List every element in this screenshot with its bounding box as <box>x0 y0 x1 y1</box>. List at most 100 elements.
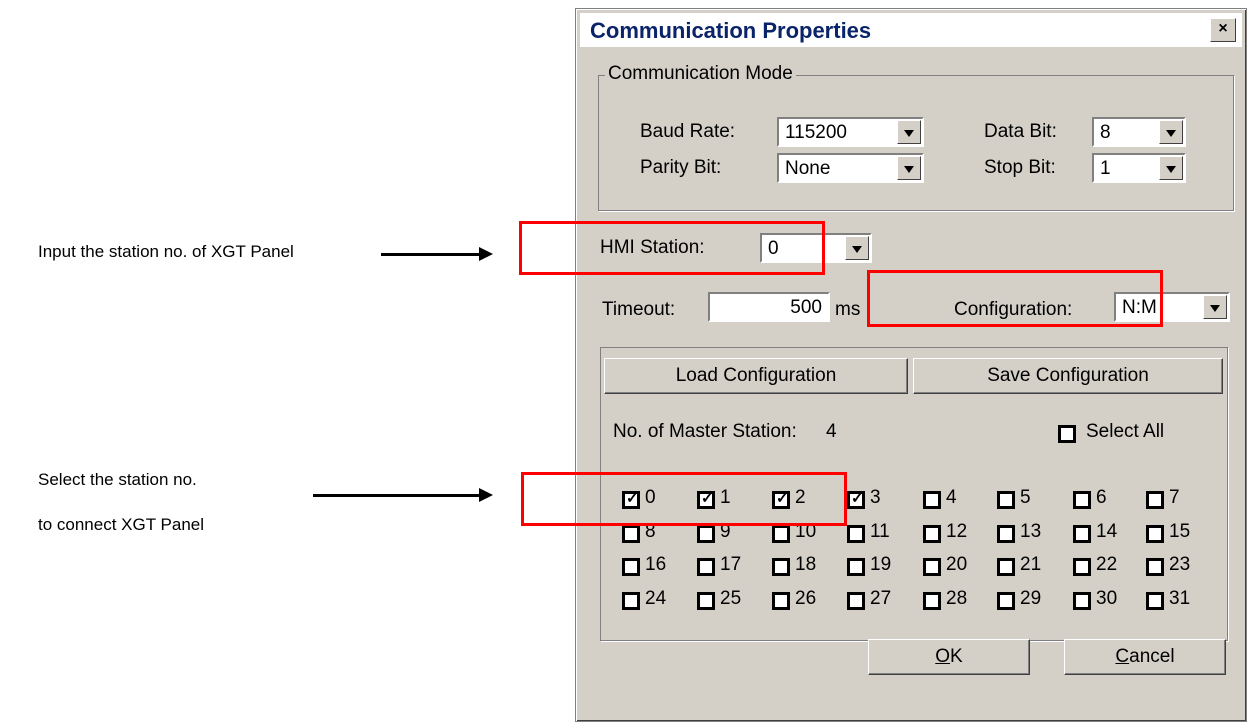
station-label: 26 <box>795 588 817 609</box>
chevron-down-icon[interactable] <box>1203 295 1227 319</box>
station-label: 30 <box>1096 588 1118 609</box>
communication-mode-legend: Communication Mode <box>605 63 796 85</box>
station-checkbox[interactable] <box>1073 525 1091 543</box>
station-checkbox[interactable] <box>847 525 865 543</box>
timeout-label: Timeout: <box>602 299 676 320</box>
station-checkbox[interactable] <box>923 525 941 543</box>
baud-rate-value: 115200 <box>785 122 847 143</box>
ok-mnemonic: O <box>935 646 951 667</box>
chevron-down-icon[interactable] <box>1159 120 1183 144</box>
station-label: 16 <box>645 554 667 575</box>
station-label: 2 <box>795 487 806 508</box>
station-checkbox[interactable] <box>847 489 865 509</box>
timeout-unit: ms <box>835 299 861 320</box>
save-configuration-button[interactable]: Save Configuration <box>913 358 1223 394</box>
station-label: 28 <box>946 588 968 609</box>
cancel-mnemonic: C <box>1115 646 1130 667</box>
close-button[interactable]: × <box>1210 18 1236 42</box>
data-bit-value: 8 <box>1100 122 1111 143</box>
station-label: 22 <box>1096 554 1118 575</box>
master-station-count: 4 <box>826 421 837 442</box>
station-checkbox[interactable] <box>772 525 790 543</box>
station-checkbox[interactable] <box>997 491 1015 509</box>
station-label: 21 <box>1020 554 1042 575</box>
station-checkbox[interactable] <box>847 558 865 576</box>
station-checkbox[interactable] <box>923 592 941 610</box>
station-checkbox[interactable] <box>1146 525 1164 543</box>
station-checkbox[interactable] <box>622 592 640 610</box>
station-label: 24 <box>645 588 667 609</box>
station-label: 5 <box>1020 487 1031 508</box>
station-label: 31 <box>1169 588 1191 609</box>
station-label: 18 <box>795 554 817 575</box>
station-checkbox[interactable] <box>997 525 1015 543</box>
station-checkbox[interactable] <box>697 558 715 576</box>
select-note-line2: to connect XGT Panel <box>38 515 205 534</box>
station-checkbox[interactable] <box>923 558 941 576</box>
cancel-button[interactable]: Cancel <box>1064 639 1226 675</box>
station-checkbox[interactable] <box>847 592 865 610</box>
stop-bit-label: Stop Bit: <box>984 157 1056 178</box>
station-label: 14 <box>1096 521 1118 542</box>
data-bit-select[interactable]: 8 <box>1092 117 1186 147</box>
stop-bit-value: 1 <box>1100 158 1111 179</box>
station-checkbox[interactable] <box>772 592 790 610</box>
baud-rate-label: Baud Rate: <box>640 121 736 142</box>
station-checkbox[interactable] <box>923 491 941 509</box>
station-checkbox[interactable] <box>697 489 715 509</box>
station-checkbox[interactable] <box>1146 491 1164 509</box>
station-checkbox[interactable] <box>772 558 790 576</box>
station-label: 20 <box>946 554 968 575</box>
station-label: 10 <box>795 521 817 542</box>
station-checkbox[interactable] <box>1073 592 1091 610</box>
configuration-select[interactable]: N:M <box>1114 292 1230 322</box>
select-all-checkbox[interactable] <box>1058 425 1076 443</box>
station-checkbox[interactable] <box>1073 491 1091 509</box>
station-input-arrow <box>381 247 493 261</box>
station-label: 17 <box>720 554 742 575</box>
station-checkbox[interactable] <box>772 489 790 509</box>
parity-bit-select[interactable]: None <box>777 153 924 183</box>
station-checkbox[interactable] <box>622 525 640 543</box>
ok-button[interactable]: OK <box>868 639 1030 675</box>
select-station-arrow <box>313 488 493 502</box>
station-label: 8 <box>645 521 656 542</box>
station-checkbox[interactable] <box>622 489 640 509</box>
chevron-down-icon[interactable] <box>1159 156 1183 180</box>
station-checkbox[interactable] <box>622 558 640 576</box>
title-bar: Communication Properties × <box>580 13 1242 47</box>
hmi-station-select[interactable]: 0 <box>760 233 872 263</box>
station-label: 27 <box>870 588 892 609</box>
station-label: 13 <box>1020 521 1042 542</box>
station-label: 29 <box>1020 588 1042 609</box>
station-label: 25 <box>720 588 742 609</box>
station-checkbox[interactable] <box>1146 558 1164 576</box>
select-all-label: Select All <box>1086 421 1165 442</box>
stop-bit-select[interactable]: 1 <box>1092 153 1186 183</box>
master-station-label: No. of Master Station: <box>613 421 797 442</box>
station-checkbox[interactable] <box>997 592 1015 610</box>
station-label: 6 <box>1096 487 1107 508</box>
timeout-value: 500 <box>790 297 822 318</box>
station-checkbox[interactable] <box>697 592 715 610</box>
cancel-label-rest: ancel <box>1129 646 1175 667</box>
configuration-label: Configuration: <box>954 299 1073 320</box>
station-label: 9 <box>720 521 731 542</box>
timeout-input[interactable]: 500 <box>708 292 830 322</box>
parity-bit-label: Parity Bit: <box>640 157 722 178</box>
station-input-note: Input the station no. of XGT Panel <box>38 242 294 261</box>
station-label: 19 <box>870 554 892 575</box>
station-checkbox[interactable] <box>1146 592 1164 610</box>
station-checkbox[interactable] <box>997 558 1015 576</box>
load-configuration-button[interactable]: Load Configuration <box>604 358 908 394</box>
station-label: 12 <box>946 521 968 542</box>
configuration-value: N:M <box>1122 297 1157 318</box>
station-checkbox[interactable] <box>1073 558 1091 576</box>
chevron-down-icon[interactable] <box>845 236 869 260</box>
station-checkbox[interactable] <box>697 525 715 543</box>
chevron-down-icon[interactable] <box>897 156 921 180</box>
baud-rate-select[interactable]: 115200 <box>777 117 924 147</box>
station-label: 4 <box>946 487 957 508</box>
chevron-down-icon[interactable] <box>897 120 921 144</box>
station-label: 7 <box>1169 487 1180 508</box>
